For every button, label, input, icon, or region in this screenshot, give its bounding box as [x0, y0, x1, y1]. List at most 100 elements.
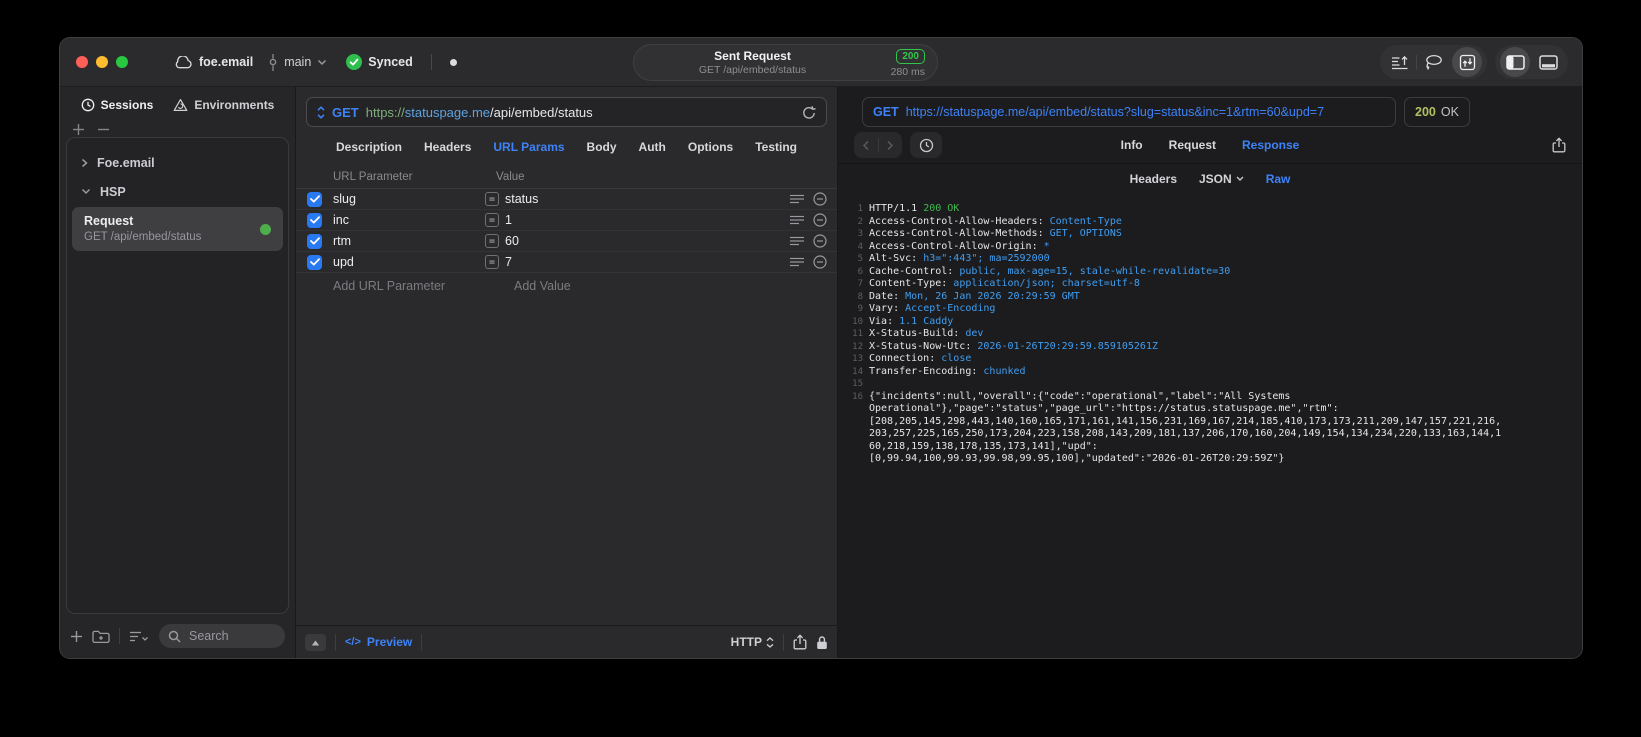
preview-button[interactable]: </> Preview: [345, 635, 412, 649]
toolbar-group-right: [1495, 45, 1568, 79]
equals-operator-icon[interactable]: =: [485, 192, 499, 206]
param-value[interactable]: 1: [505, 213, 790, 227]
request-list-item-selected[interactable]: Request GET /api/embed/status: [72, 207, 283, 251]
method-label[interactable]: GET: [332, 105, 359, 120]
line-number: 4: [857, 241, 863, 252]
tab-auth[interactable]: Auth: [639, 140, 666, 154]
response-line-text: Access-Control-Allow-Methods: GET, OPTIO…: [869, 228, 1122, 241]
share-icon[interactable]: [793, 634, 807, 650]
request-url-bar[interactable]: GET https://statuspage.me/api/embed/stat…: [306, 97, 827, 127]
sidebar-group-hsp[interactable]: HSP: [67, 177, 288, 206]
tab-request[interactable]: Request: [1169, 138, 1216, 152]
param-name[interactable]: rtm: [333, 234, 485, 248]
reload-icon[interactable]: [802, 105, 816, 120]
desktop-background: foe.email main Synced Sent Request GET /…: [0, 0, 1641, 737]
param-checkbox[interactable]: [307, 233, 322, 249]
tab-info[interactable]: Info: [1121, 138, 1143, 152]
expand-editor-button[interactable]: [305, 633, 326, 651]
equals-operator-icon[interactable]: =: [485, 213, 499, 227]
header-value: Mon, 26 Jan 2026 20:29:59 GMT: [905, 290, 1080, 302]
panel-bottom-icon[interactable]: [1532, 45, 1565, 79]
param-row: slug = status: [296, 189, 837, 210]
param-value[interactable]: status: [505, 192, 790, 206]
param-row: inc = 1: [296, 210, 837, 231]
text-options-icon[interactable]: [790, 215, 804, 225]
subtab-headers[interactable]: Headers: [1130, 172, 1177, 186]
response-line-text: Transfer-Encoding: chunked: [869, 366, 1026, 379]
remove-row-icon[interactable]: [813, 234, 827, 248]
response-status-text: OK: [1440, 105, 1459, 119]
equals-operator-icon[interactable]: =: [485, 234, 499, 248]
tab-environments[interactable]: Environments: [173, 98, 274, 112]
text-options-icon[interactable]: [790, 236, 804, 246]
sent-request-pill[interactable]: Sent Request GET /api/embed/status 200 2…: [633, 44, 938, 81]
request-url[interactable]: https://statuspage.me/api/embed/status: [366, 105, 593, 120]
forward-arrow-icon[interactable]: [886, 140, 894, 151]
tab-options[interactable]: Options: [688, 140, 733, 154]
tab-sessions[interactable]: Sessions: [81, 98, 153, 112]
check-circle-icon: [346, 54, 363, 70]
line-number: 1: [857, 204, 863, 214]
param-checkbox[interactable]: [307, 254, 322, 270]
add-folder-button[interactable]: [92, 629, 110, 644]
panel-left-icon[interactable]: [1500, 47, 1530, 77]
status-code-badge: 200: [896, 49, 925, 64]
equals-operator-icon[interactable]: =: [485, 255, 499, 269]
history-nav: [854, 132, 902, 158]
export-response-icon[interactable]: [1552, 137, 1566, 153]
param-row: rtm = 60: [296, 231, 837, 252]
param-name[interactable]: slug: [333, 192, 485, 206]
lasso-icon[interactable]: [1417, 45, 1450, 79]
lock-icon[interactable]: [816, 635, 828, 650]
view-options-icon[interactable]: [129, 630, 150, 643]
param-value[interactable]: 60: [505, 234, 790, 248]
add-value[interactable]: Add Value: [514, 279, 571, 293]
param-name[interactable]: inc: [333, 213, 485, 227]
remove-row-icon[interactable]: [813, 255, 827, 269]
search-input[interactable]: [187, 628, 276, 644]
text-options-icon[interactable]: [790, 257, 804, 267]
history-clock-button[interactable]: [910, 132, 942, 158]
method-select-icon[interactable]: [317, 105, 325, 119]
add-url-parameter[interactable]: Add URL Parameter: [333, 279, 514, 293]
tab-body[interactable]: Body: [587, 140, 617, 154]
search-box[interactable]: [159, 624, 285, 648]
param-name[interactable]: upd: [333, 255, 485, 269]
sync-status[interactable]: Synced: [346, 54, 413, 70]
tab-response[interactable]: Response: [1242, 138, 1299, 152]
tab-url-params[interactable]: URL Params: [493, 140, 564, 154]
sent-request-subtitle: GET /api/embed/status: [698, 64, 807, 76]
http-version-select[interactable]: HTTP: [731, 635, 774, 649]
param-value[interactable]: 7: [505, 255, 790, 269]
zoom-window-button[interactable]: [116, 56, 128, 68]
header-value: 1.1 Caddy: [899, 315, 954, 327]
http-status-text: 200 OK: [923, 203, 960, 214]
add-session-button[interactable]: [72, 123, 85, 136]
remove-row-icon[interactable]: [813, 213, 827, 227]
branch-menu[interactable]: main: [268, 53, 327, 71]
close-window-button[interactable]: [76, 56, 88, 68]
project-menu[interactable]: foe.email: [174, 55, 253, 69]
param-checkbox[interactable]: [307, 191, 322, 207]
param-checkbox[interactable]: [307, 212, 322, 228]
header-value: close: [941, 353, 972, 364]
remove-row-icon[interactable]: [813, 192, 827, 206]
export-lines-icon[interactable]: [1383, 45, 1416, 79]
header-name: Access-Control-Allow-Headers: [869, 215, 1038, 227]
sent-url: https://statuspage.me/api/embed/status?s…: [905, 105, 1325, 119]
back-arrow-icon[interactable]: [862, 140, 870, 151]
tab-headers[interactable]: Headers: [424, 140, 471, 154]
sidebar-group-foe-email[interactable]: Foe.email: [67, 148, 288, 177]
sync-box-icon[interactable]: [1452, 47, 1482, 77]
text-options-icon[interactable]: [790, 194, 804, 204]
response-line-text: Date: Mon, 26 Jan 2026 20:29:59 GMT: [869, 291, 1080, 304]
subtab-json[interactable]: JSON: [1199, 172, 1244, 186]
subtab-raw[interactable]: Raw: [1266, 172, 1291, 186]
remove-session-button[interactable]: [97, 123, 110, 136]
tab-testing[interactable]: Testing: [755, 140, 797, 154]
params-table-header: URL Parameter Value: [296, 165, 837, 189]
minimize-window-button[interactable]: [96, 56, 108, 68]
tab-description[interactable]: Description: [336, 140, 402, 154]
add-request-button[interactable]: [70, 630, 83, 643]
sent-request-url-box: GET https://statuspage.me/api/embed/stat…: [862, 97, 1396, 127]
